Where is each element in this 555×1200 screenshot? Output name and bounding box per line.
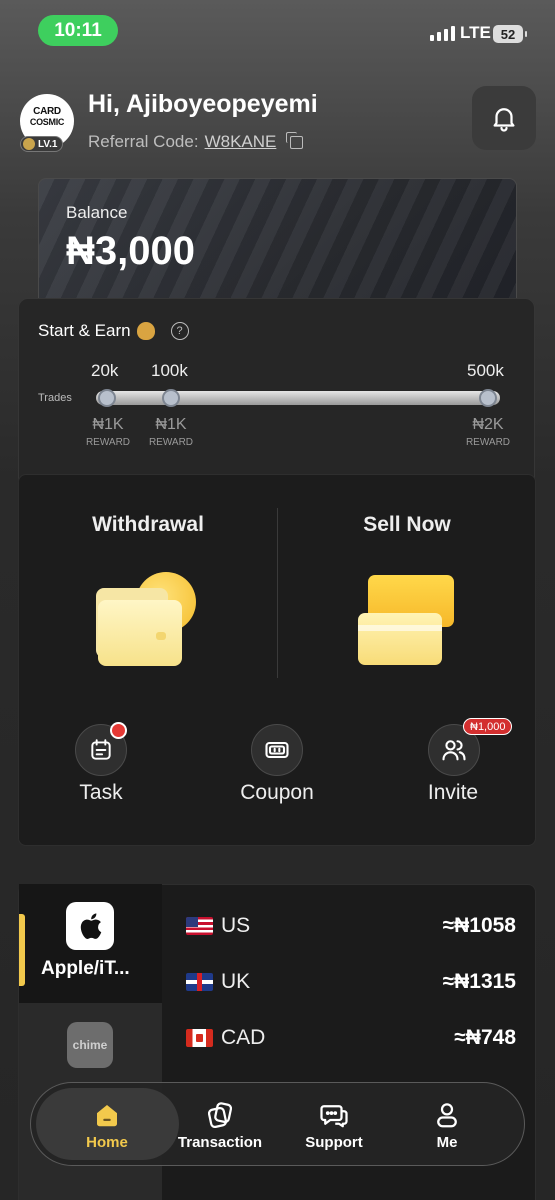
balance-label: Balance <box>66 203 128 222</box>
calendar-icon <box>91 739 111 760</box>
balance-amount: ₦3,000 <box>66 229 195 273</box>
invite-label[interactable]: Invite <box>383 781 523 805</box>
level-coin-icon <box>23 138 35 150</box>
logo-text-line1: CARD <box>33 106 61 117</box>
users-icon <box>442 740 466 761</box>
start-earn-title: Start & Earn ? <box>38 321 189 341</box>
invite-reward-badge: ₦1,000 <box>463 718 513 735</box>
rate-row[interactable]: CAD ≈₦748 <box>186 1018 516 1058</box>
network-type: LTE <box>460 23 491 42</box>
milestone-knob <box>98 389 116 407</box>
milestone-reward: ₦1K <box>92 416 124 433</box>
canada-flag-icon <box>186 1029 213 1047</box>
user-icon <box>437 1103 457 1128</box>
milestone-target: 20k <box>91 361 119 380</box>
rate-country: UK <box>221 970 251 993</box>
selected-indicator <box>19 914 25 986</box>
chat-icon <box>320 1105 348 1128</box>
rate-value: ≈₦1058 <box>442 914 516 937</box>
wallet-icon[interactable] <box>96 572 200 668</box>
referral-label: Referral Code: <box>88 132 199 151</box>
milestone-knob <box>162 389 180 407</box>
trades-label: Trades <box>38 392 72 404</box>
milestone-reward-label: REWARD <box>148 437 194 448</box>
start-earn-title-text: Start & Earn <box>38 321 131 340</box>
gift-cards-icon[interactable] <box>356 575 456 667</box>
chime-icon[interactable]: chime <box>67 1022 113 1068</box>
coupon-icon <box>265 741 289 759</box>
rate-value: ≈₦748 <box>454 1026 516 1049</box>
status-time: 10:11 <box>38 15 118 46</box>
sell-now-button[interactable]: Sell Now <box>307 513 507 537</box>
notification-button[interactable] <box>472 86 536 150</box>
coupon-button[interactable] <box>251 724 303 776</box>
nav-me-label: Me <box>436 1134 458 1151</box>
rate-country: CAD <box>221 1026 266 1049</box>
milestone-reward-label: REWARD <box>465 437 511 448</box>
task-label[interactable]: Task <box>31 781 171 805</box>
rate-value: ≈₦1315 <box>442 970 516 993</box>
us-flag-icon <box>186 917 213 935</box>
logo-text-line2: COSMIC <box>29 117 65 127</box>
nav-transaction[interactable]: Transaction <box>165 1100 275 1151</box>
milestone-reward: ₦1K <box>155 416 187 433</box>
selected-card-label[interactable]: Apple/iT... <box>41 958 130 980</box>
uk-flag-icon <box>186 973 213 991</box>
action-divider <box>277 508 278 678</box>
nav-home[interactable]: Home <box>52 1100 162 1151</box>
coupon-label[interactable]: Coupon <box>207 781 347 805</box>
referral-row: Referral Code: W8KANE <box>88 131 304 152</box>
home-icon <box>97 1105 117 1127</box>
nav-support[interactable]: Support <box>279 1100 389 1151</box>
milestone-reward-label: REWARD <box>85 437 131 448</box>
money-bag-icon <box>136 322 155 340</box>
task-notification-dot <box>110 722 127 739</box>
transaction-icon <box>207 1102 233 1129</box>
milestone-target: 100k <box>151 361 188 380</box>
level-badge: LV.1 <box>20 136 64 152</box>
battery-icon: 52 <box>493 25 527 43</box>
signal-icon <box>430 26 455 41</box>
milestone-target: 500k <box>467 361 504 380</box>
nav-transaction-label: Transaction <box>177 1134 263 1151</box>
status-bar: 10:11 LTE 52 <box>0 0 555 62</box>
rate-row[interactable]: US ≈₦1058 <box>186 906 516 946</box>
apple-icon[interactable] <box>66 902 114 950</box>
copy-icon[interactable] <box>286 131 304 149</box>
level-text: LV.1 <box>38 138 58 150</box>
referral-code[interactable]: W8KANE <box>205 132 277 152</box>
rate-row[interactable]: UK ≈₦1315 <box>186 962 516 1002</box>
greeting-text: Hi, Ajiboyeopeyemi <box>88 90 318 118</box>
nav-support-label: Support <box>305 1134 363 1151</box>
nav-me[interactable]: Me <box>392 1100 502 1151</box>
help-icon[interactable]: ? <box>170 322 189 340</box>
nav-home-label: Home <box>86 1134 128 1151</box>
milestone-reward: ₦2K <box>472 416 504 433</box>
withdrawal-button[interactable]: Withdrawal <box>48 513 248 537</box>
bell-icon <box>493 108 515 132</box>
trades-progress-track <box>96 391 500 405</box>
milestone-knob <box>479 389 497 407</box>
rate-country: US <box>221 914 251 937</box>
